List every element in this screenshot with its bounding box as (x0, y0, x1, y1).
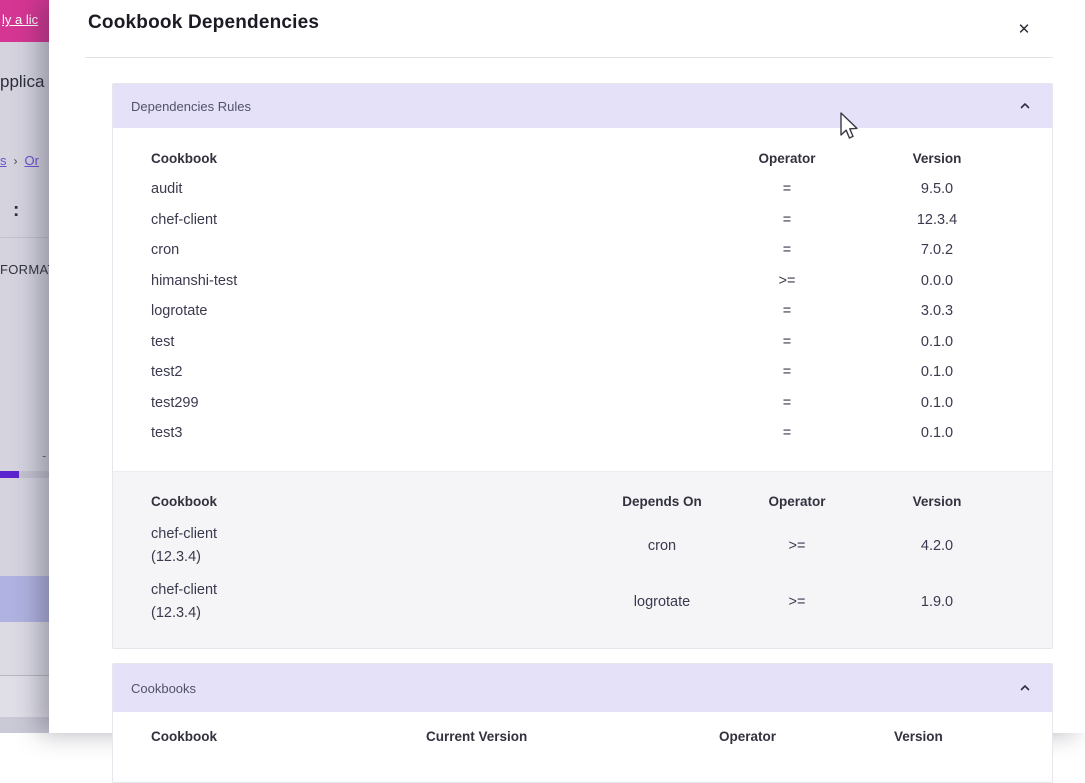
column-header-cookbook: Cookbook (151, 151, 712, 166)
list-row (0, 622, 49, 675)
dependencies-table-header-row: Cookbook Depends On Operator Version (113, 484, 1052, 518)
version-value: 0.1.0 (862, 334, 1012, 350)
cookbook-name: audit (151, 181, 712, 197)
cookbook-name: test3 (151, 425, 712, 441)
version-value: 0.1.0 (862, 425, 1012, 441)
column-header-version: Version (862, 151, 1012, 166)
operator-value: = (712, 212, 862, 228)
table-row: chef-client (12.3.4) logrotate >= 1.9.0 (113, 574, 1052, 630)
divider (0, 237, 49, 238)
table-row: logrotate = 3.0.3 (113, 296, 1052, 327)
operator-value: = (712, 334, 862, 350)
table-row: himanshi-test >= 0.0.0 (113, 266, 1052, 297)
table-row: test3 = 0.1.0 (113, 418, 1052, 449)
rules-table: Cookbook Operator Version audit = 9.5.0 … (113, 128, 1052, 449)
dash-fragment: - (42, 448, 46, 463)
selected-row-highlight (0, 576, 49, 622)
background-page-sliver: ly a lic pplica s › Or : FORMAT - (0, 0, 49, 733)
list-row (0, 676, 49, 717)
divider (85, 57, 1053, 58)
cookbooks-table-header-row: Cookbook Current Version Operator Versio… (113, 712, 1052, 744)
tab-information-fragment[interactable]: FORMAT (0, 262, 49, 277)
column-header-depends-on: Depends On (592, 494, 732, 509)
table-row: chef-client = 12.3.4 (113, 205, 1052, 236)
breadcrumb-prev-link[interactable]: s (0, 153, 7, 168)
dependencies-rules-header[interactable]: Dependencies Rules (113, 84, 1052, 128)
cookbooks-panel: Cookbooks Cookbook Current Version Opera… (112, 663, 1053, 783)
page-heading-fragment: : (13, 200, 19, 222)
version-value: 9.5.0 (862, 181, 1012, 197)
version-value: 12.3.4 (862, 212, 1012, 228)
cookbook-name: test (151, 334, 712, 350)
progress-bar-fill (0, 471, 19, 478)
dependencies-table: Cookbook Depends On Operator Version che… (113, 471, 1052, 648)
column-header-operator: Operator (719, 729, 894, 744)
operator-value: >= (712, 273, 862, 289)
version-value: 0.0.0 (862, 273, 1012, 289)
column-header-version: Version (862, 494, 1012, 509)
table-row: audit = 9.5.0 (113, 174, 1052, 205)
operator-value: = (712, 364, 862, 380)
chevron-up-icon[interactable] (1020, 101, 1030, 111)
cookbook-dependencies-modal: Cookbook Dependencies ✕ Dependencies Rul… (49, 0, 1085, 733)
version-value: 7.0.2 (862, 242, 1012, 258)
version-value: 1.9.0 (862, 594, 1012, 610)
cookbook-name: logrotate (151, 303, 712, 319)
license-banner-link[interactable]: ly a lic (2, 12, 38, 27)
column-header-operator: Operator (732, 494, 862, 509)
modal-title: Cookbook Dependencies (88, 12, 319, 34)
table-row: cron = 7.0.2 (113, 235, 1052, 266)
app-title-fragment: pplica (0, 72, 44, 92)
breadcrumb: s › Or (0, 153, 39, 168)
version-value: 0.1.0 (862, 395, 1012, 411)
cookbook-name: test299 (151, 395, 712, 411)
cookbook-name: chef-client (151, 212, 712, 228)
depends-on-value: logrotate (592, 594, 732, 610)
column-header-cookbook: Cookbook (151, 494, 592, 509)
operator-value: = (712, 181, 862, 197)
depends-on-value: cron (592, 538, 732, 554)
version-value: 0.1.0 (862, 364, 1012, 380)
column-header-version: Version (894, 729, 1052, 744)
operator-value: = (712, 425, 862, 441)
table-row: test2 = 0.1.0 (113, 357, 1052, 388)
chevron-up-icon[interactable] (1020, 683, 1030, 693)
license-banner: ly a lic (0, 0, 49, 42)
cookbook-name: cron (151, 242, 712, 258)
close-icon[interactable]: ✕ (1012, 17, 1036, 41)
operator-value: = (712, 242, 862, 258)
progress-track (0, 471, 49, 478)
table-row: test299 = 0.1.0 (113, 388, 1052, 419)
version-value: 3.0.3 (862, 303, 1012, 319)
cookbooks-header[interactable]: Cookbooks (113, 664, 1052, 712)
operator-value: = (712, 303, 862, 319)
table-row: test = 0.1.0 (113, 327, 1052, 358)
breadcrumb-current-link[interactable]: Or (25, 153, 39, 168)
dependencies-rules-title: Dependencies Rules (131, 99, 251, 114)
table-row: chef-client (12.3.4) cron >= 4.2.0 (113, 518, 1052, 574)
version-value: 4.2.0 (862, 538, 1012, 554)
cookbook-name: himanshi-test (151, 273, 712, 289)
cookbook-name: test2 (151, 364, 712, 380)
operator-value: = (712, 395, 862, 411)
cookbooks-title: Cookbooks (131, 681, 196, 696)
column-header-cookbook: Cookbook (151, 729, 426, 744)
breadcrumb-separator: › (14, 154, 18, 168)
operator-value: >= (732, 594, 862, 610)
cookbook-name-with-version: chef-client (12.3.4) (151, 523, 592, 569)
rules-table-header-row: Cookbook Operator Version (113, 142, 1052, 174)
column-header-operator: Operator (712, 151, 862, 166)
operator-value: >= (732, 538, 862, 554)
column-header-current-version: Current Version (426, 729, 719, 744)
footer-band (0, 717, 49, 733)
cookbook-name-with-version: chef-client (12.3.4) (151, 579, 592, 625)
dependencies-rules-panel: Dependencies Rules Cookbook Operator Ver… (112, 83, 1053, 649)
